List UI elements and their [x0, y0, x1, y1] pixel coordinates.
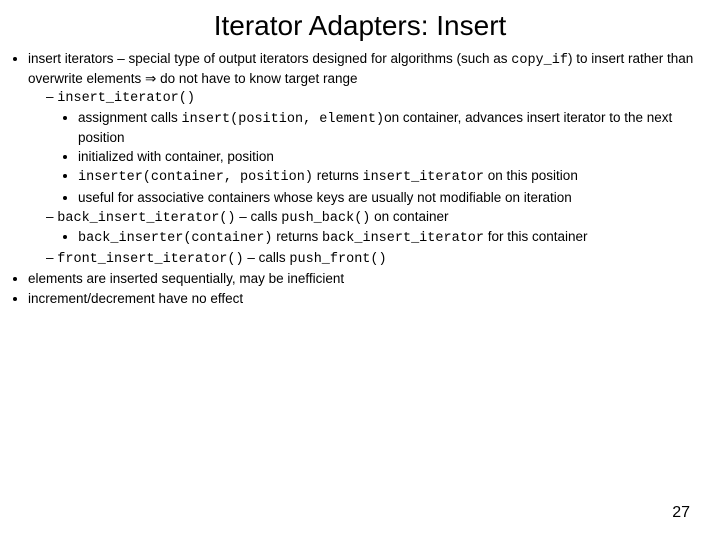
slide-title: Iterator Adapters: Insert — [0, 0, 720, 50]
slide: Iterator Adapters: Insert insert iterato… — [0, 0, 720, 540]
sub-front-insert-iterator: front_insert_iterator() – calls push_fro… — [46, 249, 714, 269]
page-number: 27 — [672, 504, 690, 522]
back-insert-iterator-detail-1: back_inserter(container) returns back_in… — [78, 228, 714, 248]
insert-iterator-code: insert_iterator() — [57, 91, 195, 106]
bullet-3: increment/decrement have no effect — [28, 290, 714, 308]
insert-iterator-detail-4: useful for associative containers whose … — [78, 189, 714, 207]
bullet-1: insert iterators – special type of outpu… — [28, 50, 714, 269]
sub-back-insert-iterator: back_insert_iterator() – calls push_back… — [46, 208, 714, 248]
bullet-2: elements are inserted sequentially, may … — [28, 270, 714, 288]
sub-insert-iterator: insert_iterator() assignment calls inser… — [46, 88, 714, 206]
bullet-1-code: copy_if — [511, 53, 568, 68]
insert-iterator-detail-1: assignment calls insert(position, elemen… — [78, 109, 714, 147]
insert-iterator-detail-3: inserter(container, position) returns in… — [78, 167, 714, 187]
arrow-symbol: ⇒ — [145, 71, 156, 86]
bullet-1-post2: do not have to know target range — [156, 71, 357, 86]
slide-body: insert iterators – special type of outpu… — [0, 50, 720, 308]
insert-iterator-detail-2: initialized with container, position — [78, 148, 714, 166]
bullet-1-pre: insert iterators – special type of outpu… — [28, 51, 511, 66]
